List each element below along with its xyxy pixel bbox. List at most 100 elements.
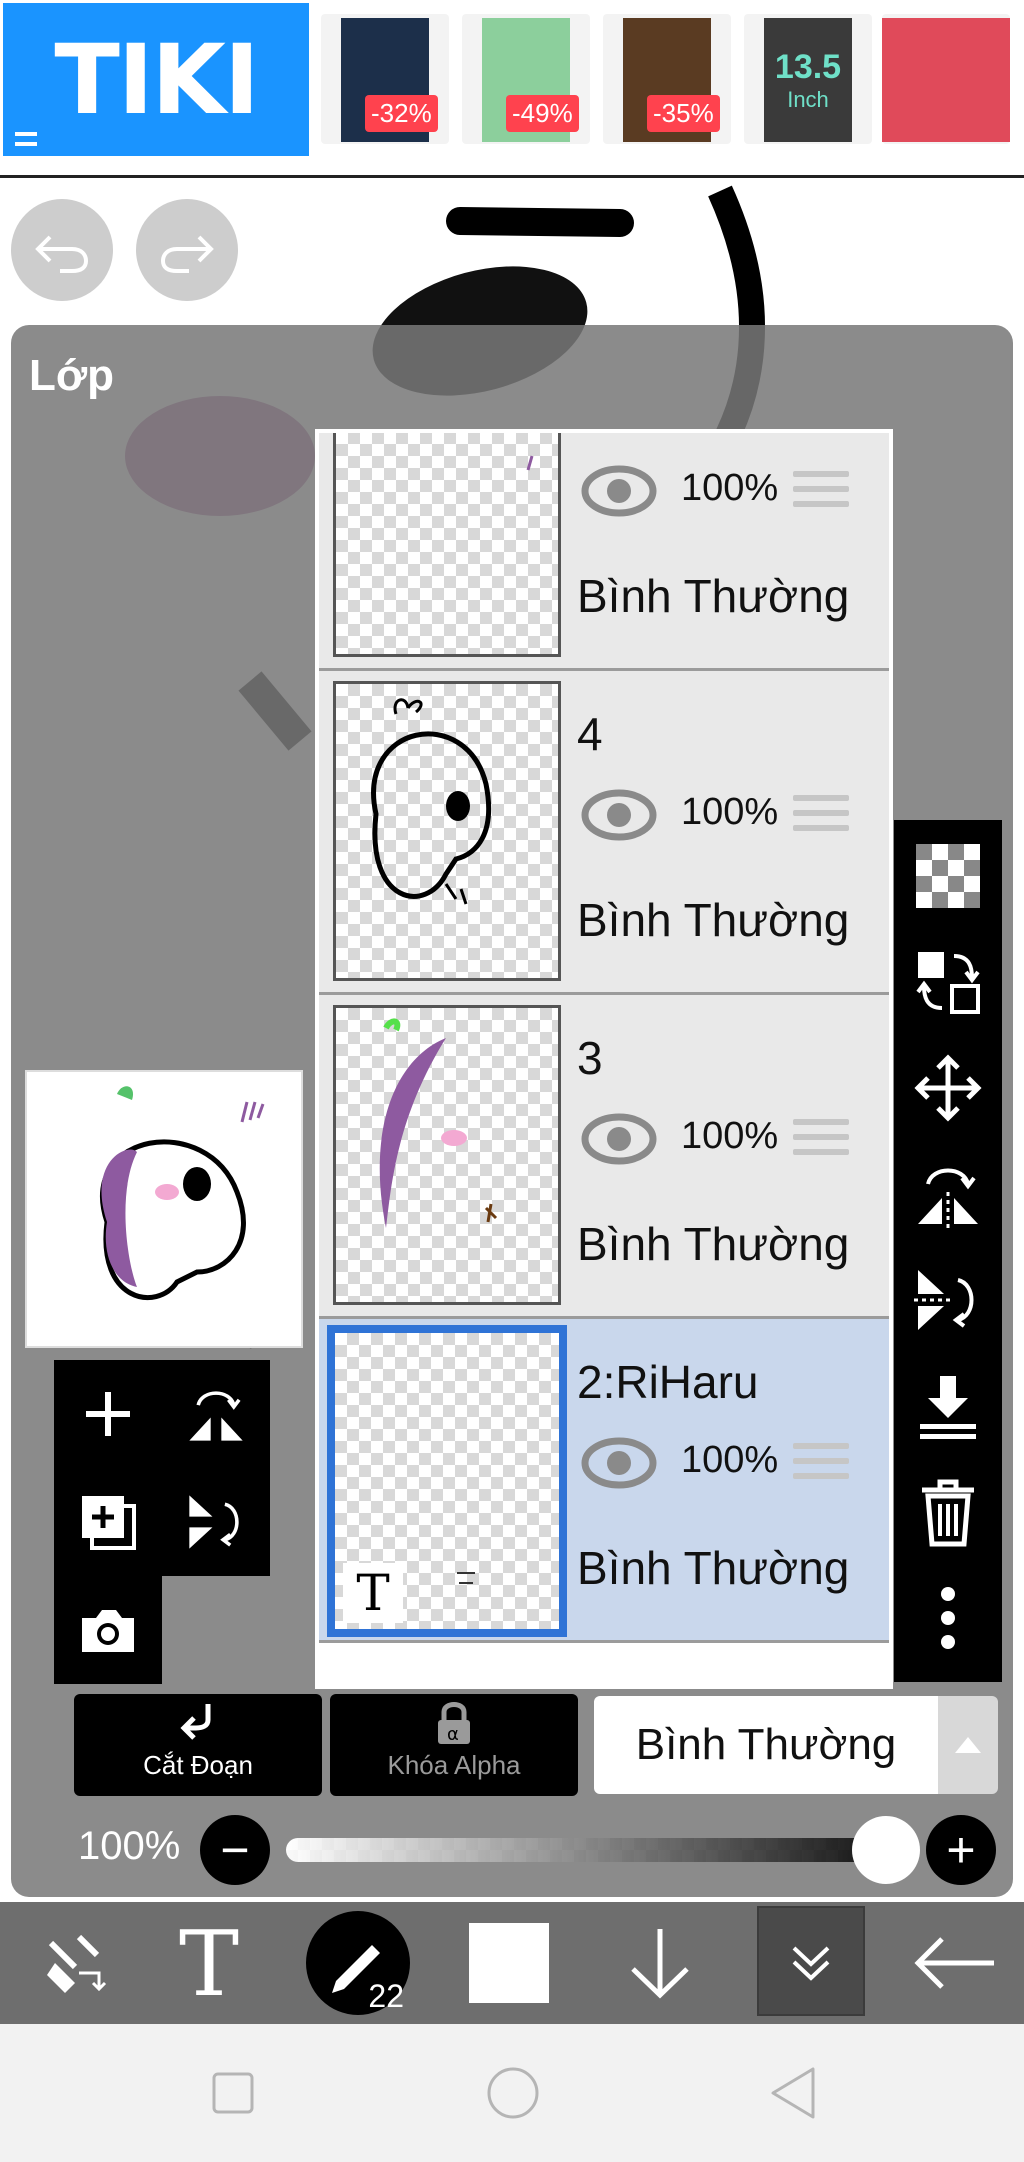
scroll-down-button[interactable] [585, 1902, 735, 2024]
layer-name: 3 [577, 1032, 603, 1084]
add-layer-button[interactable] [54, 1360, 162, 1468]
clipping-label: Cắt Đoạn [143, 1750, 253, 1780]
drag-handle-icon[interactable] [793, 1119, 849, 1163]
nav-back-button[interactable] [758, 2058, 828, 2128]
layer-3-drawing [379, 1018, 498, 1228]
layer-thumbnail [333, 433, 561, 657]
layer-thumbnail [333, 681, 561, 981]
merge-down-icon[interactable] [912, 1370, 984, 1442]
layer-blend-mode: Bình Thường [577, 570, 850, 622]
layer-tools-toolbar [894, 820, 1002, 1682]
panel-title: Lớp [29, 351, 115, 400]
plus-icon [86, 1392, 130, 1436]
lock-icon: α [438, 1702, 470, 1745]
drag-handle-icon[interactable] [793, 471, 849, 515]
visibility-eye-icon[interactable] [581, 789, 657, 841]
preview-drawing [100, 1086, 265, 1300]
ad-product-image: 13.5 Inch [764, 18, 852, 142]
ad-product-4[interactable]: 13.5 Inch [744, 14, 872, 144]
layer-4-drawing [371, 698, 492, 905]
ad-product-1[interactable]: -32% [321, 14, 449, 144]
redo-button[interactable] [136, 199, 238, 301]
transparency-checker-icon[interactable] [912, 840, 984, 912]
ad-banner[interactable]: TIKI -32% -49% -35% 13.5 Inch [0, 0, 1024, 178]
ad-product-size: 13.5 [774, 48, 842, 86]
transform-icon [47, 1934, 107, 1993]
camera-import-button[interactable] [54, 1576, 162, 1684]
layer-blend-mode: Bình Thường [577, 1218, 850, 1270]
clipping-button[interactable]: Cắt Đoạn [74, 1694, 322, 1796]
tiki-logo-text: TIKI [54, 23, 259, 136]
move-icon[interactable] [912, 1052, 984, 1124]
layer-opacity: 100% [681, 1439, 779, 1481]
trash-icon[interactable] [912, 1476, 984, 1548]
ad-product-2[interactable]: -49% [462, 14, 590, 144]
opacity-increase-button[interactable]: + [926, 1815, 996, 1885]
canvas-preview[interactable] [25, 1070, 303, 1348]
layer-row-5[interactable]: 5 100% Bình Thường [319, 433, 889, 671]
flip-layer-vertical-button[interactable] [162, 1468, 270, 1576]
alpha-lock-button[interactable]: α Khóa Alpha [330, 1694, 578, 1796]
layer-5-drawing [526, 455, 534, 471]
discount-badge: -49% [506, 95, 579, 132]
layer-list[interactable]: 5 100% Bình Thường 4 100% [315, 429, 893, 1689]
text-tool-button[interactable]: T [136, 1902, 286, 2024]
layer-row-4[interactable]: 4 100% Bình Thường [319, 671, 889, 995]
plus-icon: + [946, 1822, 976, 1878]
home-button[interactable] [478, 2058, 548, 2128]
transform-tool-button[interactable] [0, 1902, 150, 2024]
blend-mode-select[interactable]: Bình Thường [594, 1696, 938, 1794]
layer-panel-toggle-button[interactable] [757, 1906, 865, 2016]
camera-icon [82, 1610, 134, 1652]
duplicate-layer-button[interactable] [54, 1468, 162, 1576]
brush-badge: 22 [306, 1911, 410, 2015]
double-chevron-down-icon [792, 1946, 830, 1981]
drag-handle-icon[interactable] [793, 795, 849, 839]
ad-product-3[interactable]: -35% [603, 14, 731, 144]
layer-name: 2:RiHaru [577, 1356, 759, 1408]
triangle-up-icon [955, 1737, 981, 1753]
opacity-slider[interactable] [286, 1838, 906, 1862]
text-layer-icon: T [343, 1563, 403, 1623]
discount-badge: -35% [647, 95, 720, 132]
flip-vertical-icon[interactable] [912, 1264, 984, 1336]
back-button[interactable] [886, 1902, 1024, 2024]
layer-blend-mode: Bình Thường [577, 894, 850, 946]
ad-product-5[interactable] [882, 14, 1010, 144]
opacity-decrease-button[interactable]: − [200, 1815, 270, 1885]
visibility-eye-icon[interactable] [581, 1437, 657, 1489]
blend-mode-dropdown-button[interactable] [938, 1696, 998, 1794]
brush-tool-button[interactable]: 22 [283, 1902, 433, 2024]
discount-badge: -32% [365, 95, 438, 132]
layer-opacity: 100% [681, 1115, 779, 1157]
visibility-eye-icon[interactable] [581, 1113, 657, 1165]
clipping-arrow-icon [180, 1704, 211, 1740]
current-color-swatch [469, 1923, 549, 2003]
duplicate-layer-icon [82, 1496, 136, 1550]
layer-actions-toolbar [54, 1360, 270, 1684]
layer-name: 5 [577, 433, 603, 437]
undo-button[interactable] [11, 199, 113, 301]
swap-layer-icon[interactable] [912, 946, 984, 1018]
more-options-icon[interactable] [912, 1582, 984, 1654]
layer-thumbnail: T [327, 1325, 567, 1637]
ad-product-unit: Inch [787, 87, 829, 112]
redo-icon [160, 235, 214, 273]
minus-icon: − [220, 1822, 250, 1878]
undo-icon [35, 235, 89, 273]
drag-handle-icon[interactable] [793, 1443, 849, 1487]
flip-layer-horizontal-button[interactable] [162, 1360, 270, 1468]
layer-row-3[interactable]: 3 100% Bình Thường [319, 995, 889, 1319]
svg-text:α: α [447, 1724, 459, 1745]
tiki-logo[interactable]: TIKI [3, 3, 309, 156]
arrow-left-icon [914, 1937, 994, 1989]
visibility-eye-icon[interactable] [581, 465, 657, 517]
flip-horizontal-icon[interactable] [912, 1158, 984, 1230]
ad-menu-icon [15, 132, 37, 146]
recent-apps-button[interactable] [198, 2058, 268, 2128]
color-picker-button[interactable] [434, 1902, 584, 2024]
opacity-slider-knob[interactable] [852, 1816, 920, 1884]
layer-row-2[interactable]: T 2:RiHaru 100% Bình Thường [319, 1319, 889, 1643]
flip-vertical-icon [189, 1495, 239, 1549]
svg-text:T: T [179, 1923, 239, 2003]
